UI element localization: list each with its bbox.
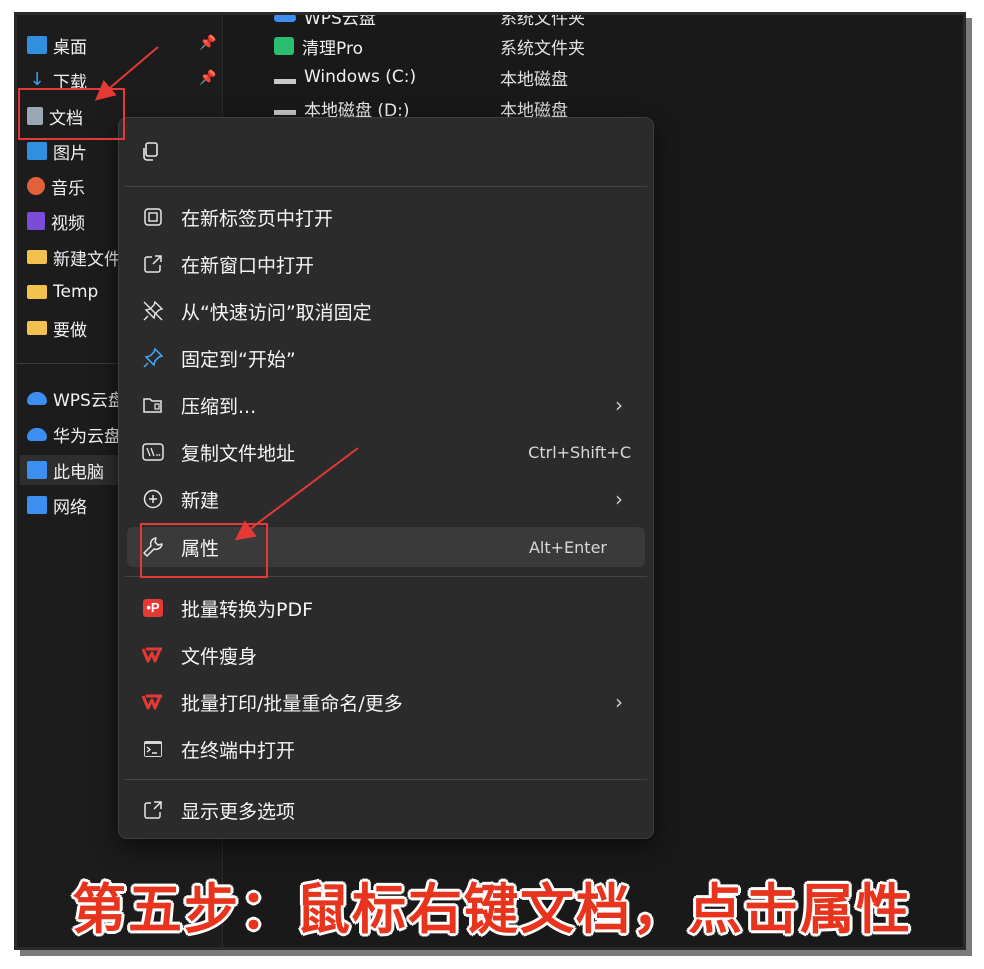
step-caption: 第五步：鼠标右键文档，点击属性 <box>72 878 912 941</box>
annotation-arrows <box>94 46 359 541</box>
arrow-to-documents <box>94 46 159 101</box>
arrow-to-properties <box>234 447 359 541</box>
